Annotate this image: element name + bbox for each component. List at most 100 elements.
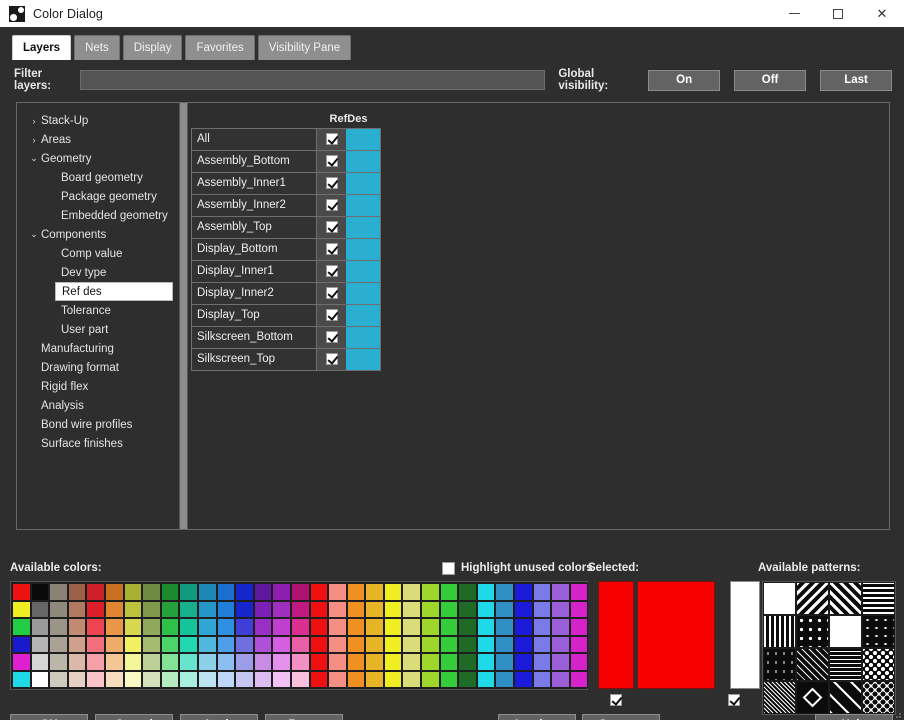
tree-item-dev-type[interactable]: Dev type — [17, 263, 178, 282]
color-swatch[interactable] — [384, 653, 403, 671]
color-swatch[interactable] — [347, 583, 366, 601]
color-swatch[interactable] — [328, 583, 347, 601]
checkbox-box[interactable] — [326, 309, 338, 321]
color-swatch[interactable] — [347, 653, 366, 671]
selected-swatch-primary[interactable] — [598, 581, 634, 689]
color-swatch[interactable] — [384, 636, 403, 654]
tree-item-bond-wire-profiles[interactable]: Bond wire profiles — [17, 415, 178, 434]
color-swatch[interactable] — [124, 618, 143, 636]
checkbox-box[interactable] — [326, 265, 338, 277]
color-swatch[interactable] — [477, 583, 496, 601]
color-swatch[interactable] — [495, 653, 514, 671]
color-swatch[interactable] — [495, 601, 514, 619]
checkbox-box[interactable] — [326, 331, 338, 343]
color-swatch[interactable] — [235, 636, 254, 654]
color-swatch[interactable] — [533, 583, 552, 601]
color-swatch[interactable] — [570, 601, 589, 619]
color-swatch[interactable] — [347, 601, 366, 619]
tree-item-comp-value[interactable]: Comp value — [17, 244, 178, 263]
color-swatch[interactable] — [365, 601, 384, 619]
tab-visibility-pane[interactable]: Visibility Pane — [258, 35, 351, 60]
color-swatch[interactable] — [272, 653, 291, 671]
layer-color-swatch[interactable] — [346, 150, 380, 172]
pattern-swatch-fine-crosshatch[interactable] — [796, 648, 829, 681]
layer-visibility-checkbox[interactable] — [317, 128, 347, 150]
color-swatch[interactable] — [551, 601, 570, 619]
color-swatch[interactable] — [440, 583, 459, 601]
color-swatch[interactable] — [235, 618, 254, 636]
color-chip[interactable] — [346, 151, 380, 172]
table-row[interactable]: Display_Inner1 — [192, 260, 381, 282]
color-swatch[interactable] — [384, 671, 403, 689]
layer-visibility-checkbox[interactable] — [317, 194, 347, 216]
color-swatch[interactable] — [68, 653, 87, 671]
color-swatch[interactable] — [384, 618, 403, 636]
color-swatch[interactable] — [477, 653, 496, 671]
color-swatch[interactable] — [217, 583, 236, 601]
tree-item-package-geometry[interactable]: Package geometry — [17, 187, 178, 206]
table-row[interactable]: Silkscreen_Top — [192, 348, 381, 370]
color-swatch[interactable] — [49, 583, 68, 601]
color-swatch[interactable] — [142, 601, 161, 619]
color-swatch[interactable] — [514, 618, 533, 636]
color-swatch[interactable] — [458, 671, 477, 689]
pattern-swatch-dots-sparse[interactable] — [796, 615, 829, 648]
color-swatch[interactable] — [384, 583, 403, 601]
pattern-swatch-diagonal-stripes-left[interactable] — [796, 582, 829, 615]
help-button[interactable]: Help — [815, 714, 893, 720]
tab-favorites[interactable]: Favorites — [185, 35, 254, 60]
tree-item-areas[interactable]: ›Areas — [17, 130, 178, 149]
color-swatch[interactable] — [310, 653, 329, 671]
tab-nets[interactable]: Nets — [74, 35, 120, 60]
color-swatch[interactable] — [533, 671, 552, 689]
tree-item-embedded-geometry[interactable]: Embedded geometry — [17, 206, 178, 225]
color-swatch[interactable] — [217, 653, 236, 671]
tree-item-drawing-format[interactable]: Drawing format — [17, 358, 178, 377]
layer-color-swatch[interactable] — [346, 128, 380, 150]
color-swatch[interactable] — [458, 636, 477, 654]
color-swatch[interactable] — [68, 671, 87, 689]
color-swatch[interactable] — [86, 636, 105, 654]
color-swatch[interactable] — [272, 583, 291, 601]
color-swatch[interactable] — [402, 601, 421, 619]
selected-swatch-pattern[interactable] — [730, 581, 760, 689]
color-swatch[interactable] — [31, 583, 50, 601]
color-swatch[interactable] — [347, 671, 366, 689]
color-swatch[interactable] — [161, 636, 180, 654]
color-swatch[interactable] — [124, 636, 143, 654]
color-chip[interactable] — [346, 173, 380, 194]
color-swatch[interactable] — [458, 601, 477, 619]
color-swatch[interactable] — [347, 618, 366, 636]
color-swatch[interactable] — [477, 636, 496, 654]
color-swatch[interactable] — [458, 583, 477, 601]
color-swatch[interactable] — [49, 653, 68, 671]
tree-item-analysis[interactable]: Analysis — [17, 396, 178, 415]
color-swatch[interactable] — [12, 601, 31, 619]
checkbox-box[interactable] — [326, 199, 338, 211]
color-swatch[interactable] — [440, 618, 459, 636]
checkbox-box[interactable] — [326, 133, 338, 145]
color-swatch[interactable] — [254, 671, 273, 689]
layer-tree[interactable]: ›Stack-Up›Areas⌄GeometryBoard geometryPa… — [17, 103, 179, 529]
color-swatch[interactable] — [570, 583, 589, 601]
color-swatch[interactable] — [142, 636, 161, 654]
color-swatch[interactable] — [477, 601, 496, 619]
pattern-swatch-crosses[interactable] — [829, 615, 862, 648]
color-swatch[interactable] — [514, 601, 533, 619]
load-button[interactable]: Load — [498, 714, 576, 720]
color-swatch[interactable] — [514, 671, 533, 689]
layer-visibility-checkbox[interactable] — [317, 282, 347, 304]
tree-item-tolerance[interactable]: Tolerance — [17, 301, 178, 320]
color-swatch[interactable] — [328, 653, 347, 671]
color-swatch[interactable] — [440, 653, 459, 671]
chevron-down-icon[interactable]: ⌄ — [27, 229, 41, 240]
color-swatch[interactable] — [105, 583, 124, 601]
color-swatch[interactable] — [495, 618, 514, 636]
color-swatch[interactable] — [402, 618, 421, 636]
color-swatch[interactable] — [49, 671, 68, 689]
global-visibility-on-button[interactable]: On — [648, 70, 720, 91]
color-swatch[interactable] — [310, 618, 329, 636]
color-swatch[interactable] — [551, 653, 570, 671]
reset-button[interactable]: Reset — [265, 714, 343, 720]
color-swatch[interactable] — [142, 618, 161, 636]
